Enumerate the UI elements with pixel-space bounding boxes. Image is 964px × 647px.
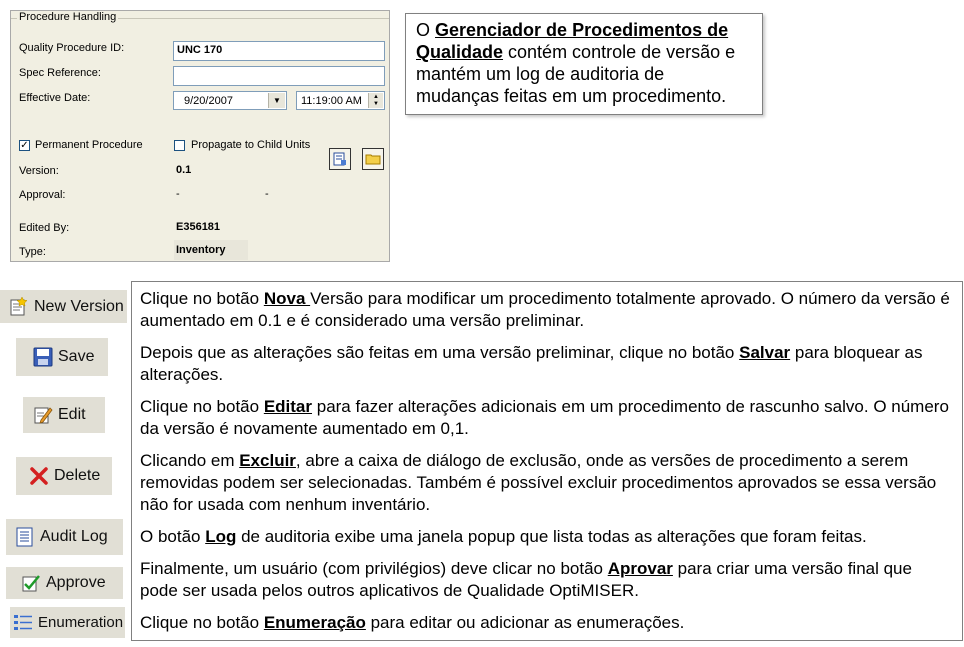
effective-date-label: Effective Date: xyxy=(19,92,91,104)
procedure-handling-panel: Procedure Handling Quality Procedure ID:… xyxy=(10,10,390,262)
delete-label: Delete xyxy=(54,467,101,484)
desc-keyword: Excluir xyxy=(239,451,296,470)
desc-keyword: Log xyxy=(205,527,237,546)
open-folder-button[interactable] xyxy=(362,148,384,170)
edit-pencil-icon xyxy=(34,407,53,424)
permanent-procedure-checkbox[interactable]: ✓ xyxy=(19,140,30,151)
approve-check-icon xyxy=(22,575,40,592)
approval-label: Approval: xyxy=(19,189,66,201)
floppy-disk-icon xyxy=(33,347,53,367)
version-label: Version: xyxy=(19,165,59,177)
desc-audit-log: O botão Log de auditoria exibe uma janel… xyxy=(140,526,954,548)
effective-date-value: 9/20/2007 xyxy=(184,95,233,107)
enumeration-label: Enumeration xyxy=(38,614,124,631)
quality-procedure-id-label: Quality Procedure ID: xyxy=(19,42,125,54)
edit-button[interactable]: Edit xyxy=(23,397,105,433)
effective-date-picker[interactable]: 9/20/2007 ▼ xyxy=(173,91,287,110)
desc-approve: Finalmente, um usuário (com privilégios)… xyxy=(140,558,954,602)
desc-keyword: Salvar xyxy=(739,343,791,362)
desc-text: O botão xyxy=(140,527,206,546)
spinner-arrows-icon[interactable]: ▲ ▼ xyxy=(368,93,383,108)
desc-keyword: Aprovar xyxy=(607,559,673,578)
delete-button[interactable]: Delete xyxy=(16,457,112,495)
spec-reference-label: Spec Reference: xyxy=(19,67,101,79)
approve-button[interactable]: Approve xyxy=(6,567,123,599)
desc-enumeration: Clique no botão Enumeração para editar o… xyxy=(140,612,954,634)
desc-text: Finalmente, um usuário (com privilégios)… xyxy=(140,559,608,578)
desc-delete: Clicando em Excluir, abre a caixa de diá… xyxy=(140,450,954,516)
effective-time-spinner[interactable]: 11:19:00 AM ▲ ▼ xyxy=(296,91,385,110)
desc-text: Clique no botão xyxy=(140,397,264,416)
edited-by-value: E356181 xyxy=(176,221,221,233)
spec-reference-field[interactable] xyxy=(173,66,385,86)
type-value: Inventory xyxy=(174,240,248,260)
desc-text: Depois que as alterações são feitas em u… xyxy=(140,343,740,362)
new-version-button[interactable]: New Version xyxy=(0,290,127,323)
approval-value-2: - xyxy=(265,188,269,200)
desc-new-version: Clique no botão Nova Versão para modific… xyxy=(140,288,954,332)
quality-procedure-id-field[interactable]: UNC 170 xyxy=(173,41,385,61)
approval-value-1: - xyxy=(176,188,180,200)
audit-log-label: Audit Log xyxy=(40,528,108,545)
save-label: Save xyxy=(58,348,95,365)
edit-label: Edit xyxy=(58,406,86,423)
desc-text: para editar ou adicionar as enumerações. xyxy=(365,613,685,632)
desc-keyword: Enumeração xyxy=(263,613,366,632)
numbered-list-icon xyxy=(14,614,32,630)
propagate-label: Propagate to Child Units xyxy=(191,139,311,151)
desc-text: Clicando em xyxy=(140,451,240,470)
chevron-down-icon[interactable]: ▼ xyxy=(268,93,285,108)
permanent-procedure-label: Permanent Procedure xyxy=(35,139,143,151)
desc-save: Depois que as alterações são feitas em u… xyxy=(140,342,954,386)
edit-document-button[interactable] xyxy=(329,148,351,170)
desc-keyword: Editar xyxy=(263,397,313,416)
desc-text: de auditoria exibe uma janela popup que … xyxy=(236,527,867,546)
type-label: Type: xyxy=(19,246,46,258)
desc-edit: Clique no botão Editar para fazer altera… xyxy=(140,396,954,440)
approve-label: Approve xyxy=(46,574,106,591)
folder-icon xyxy=(365,154,381,165)
log-list-icon xyxy=(16,527,33,547)
audit-log-button[interactable]: Audit Log xyxy=(6,519,123,555)
save-button[interactable]: Save xyxy=(16,338,108,376)
desc-keyword: Nova xyxy=(263,289,311,308)
version-value: 0.1 xyxy=(176,164,192,176)
edited-by-label: Edited By: xyxy=(19,222,70,234)
new-document-icon xyxy=(10,295,28,315)
desc-text: Clique no botão xyxy=(140,613,264,632)
desc-text: Clique no botão xyxy=(140,289,264,308)
document-icon xyxy=(333,152,346,166)
info-callout: O Gerenciador de Procedimentos de Qualid… xyxy=(405,13,763,115)
group-legend: Procedure Handling xyxy=(17,11,119,23)
descriptions-panel: Clique no botão Nova Versão para modific… xyxy=(131,281,963,641)
new-version-label: New Version xyxy=(34,297,124,315)
effective-time-value: 11:19:00 AM xyxy=(301,95,362,107)
red-x-icon xyxy=(30,467,48,485)
info-text-pre: O xyxy=(416,20,436,40)
enumeration-button[interactable]: Enumeration xyxy=(10,607,125,638)
propagate-checkbox[interactable] xyxy=(174,140,185,151)
